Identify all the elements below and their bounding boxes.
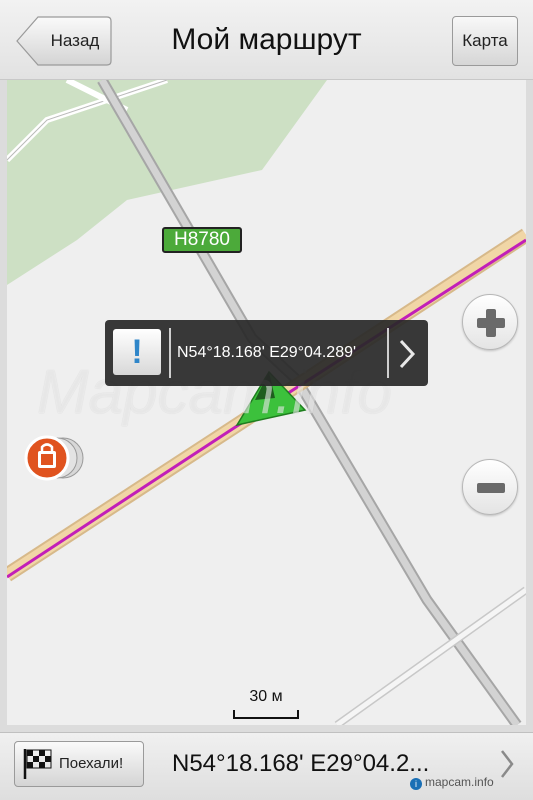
- location-popup[interactable]: ! N54°18.168' E29°04.289': [105, 320, 428, 386]
- scale-label: 30 м: [249, 688, 283, 705]
- popup-coordinates: N54°18.168' E29°04.289': [177, 344, 357, 361]
- minus-icon: [477, 483, 505, 493]
- go-button[interactable]: Поехали!: [14, 741, 144, 787]
- zoom-out-button[interactable]: [462, 459, 518, 515]
- poi-marker[interactable]: [21, 434, 91, 490]
- map-scale: 30 м: [233, 688, 299, 720]
- info-icon: i: [410, 778, 422, 790]
- brand-label: mapcam.info: [425, 775, 494, 789]
- scale-bar: [233, 710, 299, 719]
- map-button[interactable]: Карта: [452, 16, 518, 66]
- checkered-flag-icon: [23, 749, 52, 779]
- back-button[interactable]: Назад: [16, 16, 112, 66]
- back-button-label: Назад: [50, 31, 100, 50]
- divider: [169, 328, 171, 378]
- shopping-bag-icon: [24, 435, 84, 481]
- top-bar: Назад Мой маршрут Карта: [0, 0, 533, 80]
- brand-watermark: i mapcam.info: [410, 775, 530, 797]
- map-view[interactable]: H8780 Mapcam.info ! N54°18.168' E29°04.2…: [7, 80, 526, 725]
- chevron-right-icon[interactable]: [395, 337, 419, 371]
- page-title: Мой маршрут: [171, 23, 362, 56]
- zoom-in-button[interactable]: [462, 294, 518, 350]
- plus-icon: [477, 309, 505, 337]
- divider: [387, 328, 389, 378]
- alert-icon[interactable]: !: [113, 329, 161, 375]
- go-button-label: Поехали!: [59, 755, 124, 772]
- road-label: H8780: [162, 227, 242, 253]
- bottom-bar: Поехали! N54°18.168' E29°04.2... i mapcam…: [0, 732, 533, 800]
